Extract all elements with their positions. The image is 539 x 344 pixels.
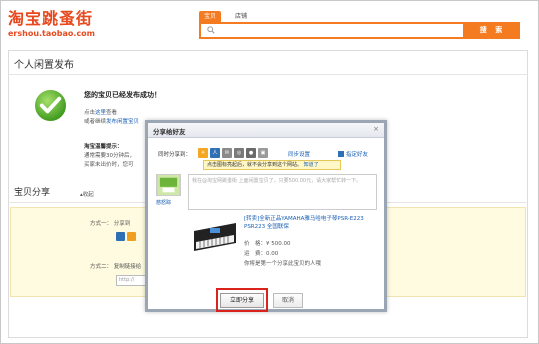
price-row: 价 格：¥ 500.00 — [244, 241, 291, 247]
renren-icon[interactable] — [116, 232, 125, 241]
kaixin-icon[interactable]: ✉ — [222, 148, 232, 158]
avatar — [156, 174, 181, 196]
dialog-title: 分享给好友 — [153, 128, 186, 136]
sync-tooltip: 点击图标亮起后，就不会分享到这个网站。 知道了 — [203, 160, 341, 170]
price-value: ¥ 500.00 — [266, 241, 291, 247]
view-here-link[interactable]: 这里 — [95, 110, 106, 116]
first-share-note: 你将是第一个分享此宝贝的人哦 — [244, 261, 322, 267]
share-site-icon[interactable] — [127, 232, 136, 241]
close-icon[interactable]: × — [373, 125, 379, 133]
shipping-row: 运 费：0.00 — [244, 251, 279, 257]
tooltip-dismiss-link[interactable]: 知道了 — [304, 162, 319, 168]
view-item-line: 点击这里查看 — [84, 110, 118, 116]
netease-icon[interactable]: ▣ — [258, 148, 268, 158]
page-title: 个人闲置发布 — [14, 60, 74, 71]
success-check-icon — [34, 89, 67, 122]
cancel-button[interactable]: 取消 — [273, 293, 303, 308]
method-one: 方式一： 分享到 — [90, 221, 131, 227]
reminder-title: 淘宝温馨提示： — [84, 144, 123, 150]
logo-url: ershou.taobao.com — [8, 29, 96, 38]
product-thumbnail[interactable] — [192, 215, 238, 257]
dialog-header: 分享给好友 × — [148, 123, 384, 138]
publish-more-link[interactable]: 发布闲置宝贝 — [106, 119, 139, 125]
logo-text: 淘宝跳蚤街 — [8, 9, 94, 28]
qzone-icon[interactable]: ● — [246, 148, 256, 158]
sync-settings-link[interactable]: 同步设置 — [288, 150, 310, 158]
specify-friend-link[interactable]: 指定好友 — [338, 150, 368, 158]
title-divider — [8, 74, 528, 75]
reminder-line-2: 买家未出价时，您可 — [84, 162, 134, 168]
sync-label: 同时分享到： — [158, 152, 192, 158]
search-button[interactable]: 搜 索 — [465, 22, 520, 39]
search-input[interactable] — [199, 22, 465, 39]
publish-more-line: 或者继续发布闲置宝贝 — [84, 119, 140, 125]
product-title-link[interactable]: [转卖]全新正品YAMAHA雅马哈电子琴PSR-E223 PSR223 全国联保 — [244, 215, 374, 231]
user-name: 慈怒踪 — [156, 200, 172, 206]
success-title: 您的宝贝已经发布成功！ — [84, 91, 161, 99]
share-now-button[interactable]: 立即分享 — [220, 293, 264, 308]
collapse-toggle[interactable]: ▴收起 — [80, 190, 94, 198]
douban-icon[interactable]: ◎ — [234, 148, 244, 158]
tab-items[interactable]: 宝贝 — [199, 11, 221, 22]
site-logo[interactable]: 淘宝跳蚤街 ershou.taobao.com — [8, 9, 96, 39]
search-icon — [207, 26, 215, 34]
tab-shops[interactable]: 店铺 — [231, 11, 251, 22]
reminder-line-1: 通常需要30分钟后， — [84, 153, 135, 159]
user-icon — [338, 151, 344, 157]
renren-icon[interactable]: 人 — [210, 148, 220, 158]
share-url-field[interactable]: http:// — [116, 275, 146, 286]
method-two: 方式二： 复制链接给 — [90, 264, 142, 270]
share-message-input[interactable]: 我在@淘宝网跳蚤街 上面闲置宝贝了，只要500.00元，请大家帮忙转一下。 — [188, 174, 377, 210]
share-dialog: 分享给好友 × 同时分享到： ☀ 人 ✉ ◎ ● ▣ 同步设置 指定好友 点击图… — [145, 120, 387, 312]
share-section-title: 宝贝分享 — [14, 188, 51, 198]
weibo-icon[interactable]: ☀ — [198, 148, 208, 158]
shipping-value: 0.00 — [266, 251, 279, 257]
